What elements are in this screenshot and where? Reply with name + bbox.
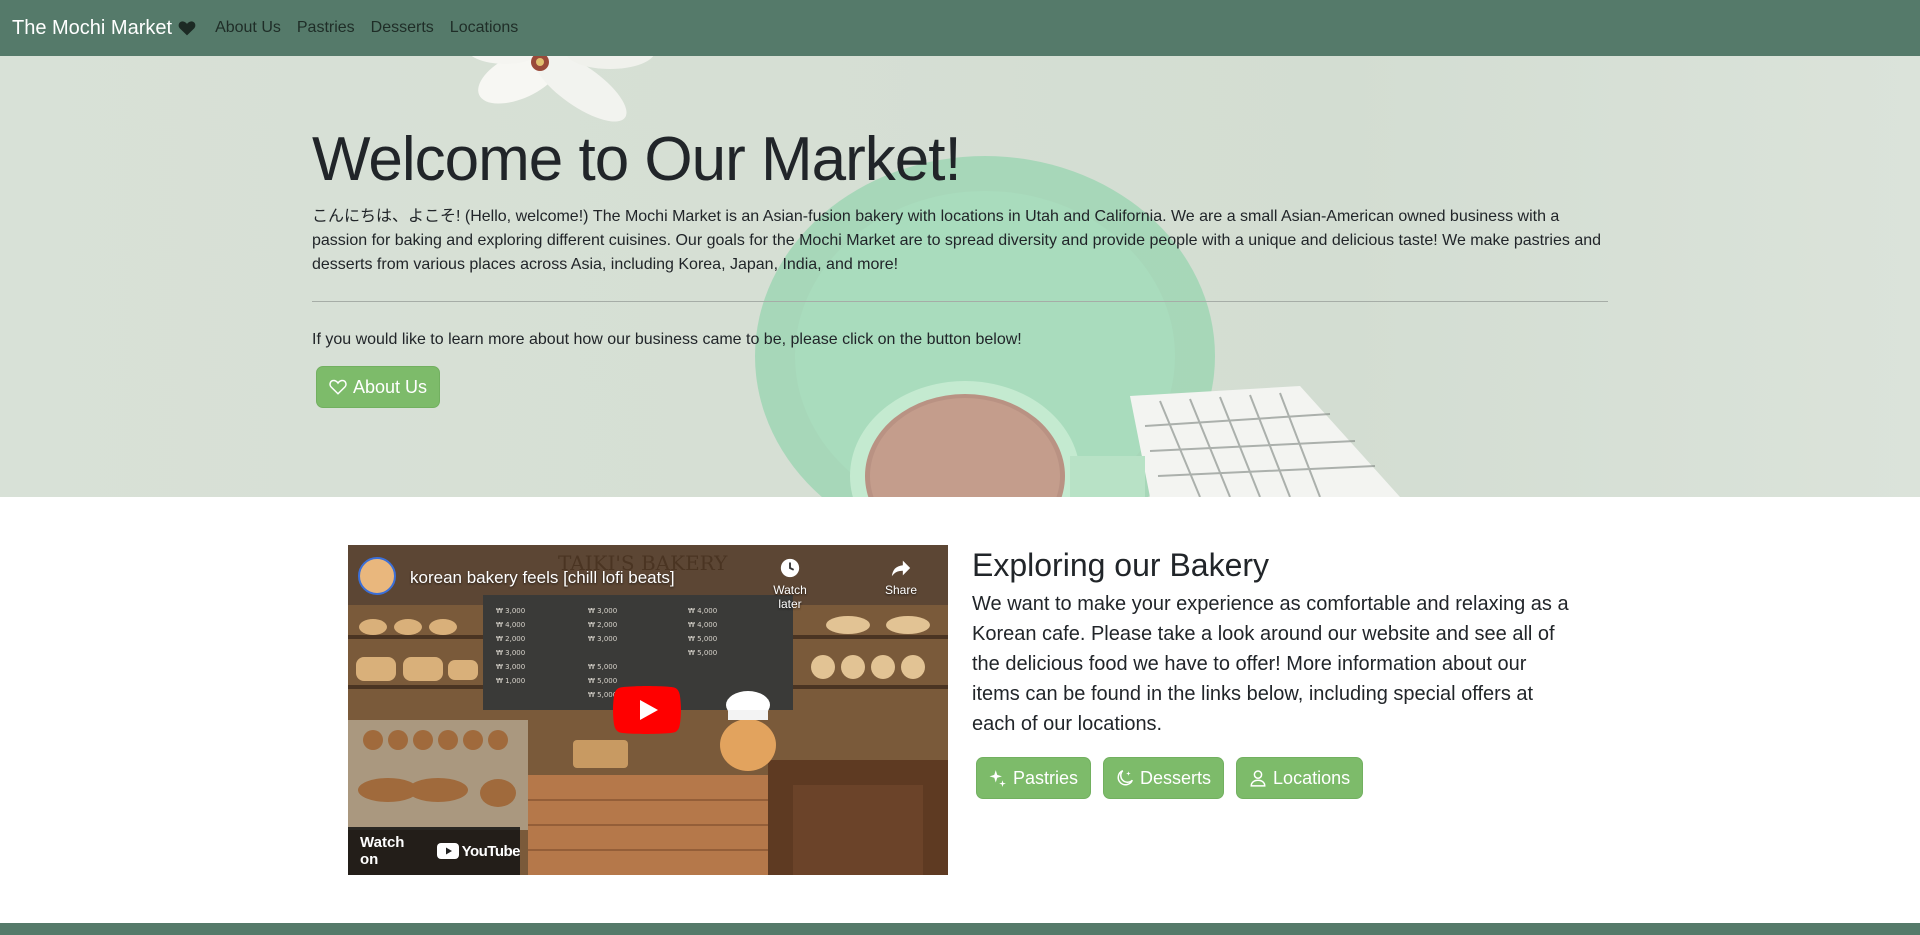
- play-icon[interactable]: [613, 686, 681, 734]
- svg-text:₩ 2,000: ₩ 2,000: [496, 635, 525, 643]
- svg-text:₩ 3,000: ₩ 3,000: [496, 649, 525, 657]
- desserts-button[interactable]: Desserts: [1103, 757, 1225, 799]
- brand-name: The Mochi Market: [12, 16, 173, 39]
- hero-jumbotron: Welcome to Our Market! こんにちは、よこそ! (Hello…: [0, 56, 1920, 497]
- svg-text:₩ 5,000: ₩ 5,000: [588, 663, 617, 671]
- svg-text:₩ 2,000: ₩ 2,000: [588, 621, 617, 629]
- explore-text: We want to make your experience as comfo…: [972, 593, 1569, 735]
- svg-text:₩ 3,000: ₩ 3,000: [496, 607, 525, 615]
- hero-content: Welcome to Our Market! こんにちは、よこそ! (Hello…: [312, 124, 1608, 409]
- youtube-embed[interactable]: ₩ 3,000 ₩ 4,000 ₩ 2,000 ₩ 3,000 ₩ 3,000 ₩ 1…: [348, 545, 948, 875]
- svg-text:₩ 5,000: ₩ 5,000: [588, 677, 617, 685]
- pastries-button-label: Pastries: [1013, 767, 1079, 788]
- explore-section: Exploring our Bakery We want to make you…: [972, 545, 1572, 799]
- youtube-wordmark: YouTube: [461, 842, 521, 860]
- youtube-logo: YouTube: [436, 842, 521, 860]
- pastries-button[interactable]: Pastries: [976, 757, 1092, 799]
- locations-button[interactable]: Locations: [1236, 757, 1364, 799]
- channel-avatar[interactable]: [358, 557, 396, 595]
- footer-strip: [0, 923, 1920, 935]
- clock-icon: [780, 558, 800, 578]
- stars-icon: [989, 770, 1006, 787]
- nav-link-locations[interactable]: Locations: [450, 19, 519, 37]
- watch-later-label: Watch later: [773, 583, 807, 611]
- svg-text:₩ 3,000: ₩ 3,000: [496, 663, 525, 671]
- svg-text:₩ 5,000: ₩ 5,000: [688, 649, 717, 657]
- hero-title: Welcome to Our Market!: [312, 125, 962, 194]
- desserts-button-label: Desserts: [1140, 767, 1212, 788]
- svg-text:₩ 4,000: ₩ 4,000: [688, 607, 717, 615]
- svg-text:₩ 4,000: ₩ 4,000: [688, 621, 717, 629]
- hero-lead: こんにちは、よこそ! (Hello, welcome!) The Mochi M…: [312, 208, 1602, 274]
- watch-on-youtube-link[interactable]: Watch on YouTube: [348, 827, 521, 875]
- moon-stars-icon: [1117, 770, 1134, 786]
- person-pin-icon: [1250, 770, 1266, 787]
- video-title[interactable]: korean bakery feels [chill lofi beats]: [410, 568, 675, 588]
- hero-note: If you would like to learn more about ho…: [312, 331, 1022, 349]
- heart-icon: [177, 19, 197, 37]
- nav-link-about[interactable]: About Us: [215, 19, 281, 37]
- hero-divider: [312, 301, 1608, 303]
- watch-on-label: Watch on: [360, 834, 405, 868]
- nav-link-pastries[interactable]: Pastries: [297, 19, 355, 37]
- svg-text:₩ 3,000: ₩ 3,000: [588, 635, 617, 643]
- explore-title: Exploring our Bakery: [972, 547, 1270, 583]
- share-arrow-icon: [891, 560, 911, 577]
- heart-outline-icon: [329, 380, 347, 396]
- youtube-play-icon: [436, 843, 459, 859]
- share-label: Share: [884, 583, 918, 597]
- nav-link-desserts[interactable]: Desserts: [371, 19, 434, 37]
- svg-text:₩ 5,000: ₩ 5,000: [688, 635, 717, 643]
- locations-button-label: Locations: [1273, 767, 1351, 788]
- svg-text:₩ 1,000: ₩ 1,000: [496, 677, 525, 685]
- about-us-button-label: About Us: [353, 376, 428, 397]
- about-us-button[interactable]: About Us: [316, 366, 441, 409]
- svg-text:₩ 4,000: ₩ 4,000: [496, 621, 525, 629]
- watch-later-button[interactable]: Watch later: [768, 557, 812, 611]
- brand-link[interactable]: The Mochi Market: [12, 17, 197, 40]
- svg-text:₩ 3,000: ₩ 3,000: [588, 607, 617, 615]
- explore-buttons: Pastries Desserts Locations: [972, 757, 1572, 799]
- flower-decoration: [471, 56, 654, 122]
- share-button[interactable]: Share: [879, 557, 923, 597]
- navbar: The Mochi Market About Us Pastries Desse…: [0, 0, 1920, 56]
